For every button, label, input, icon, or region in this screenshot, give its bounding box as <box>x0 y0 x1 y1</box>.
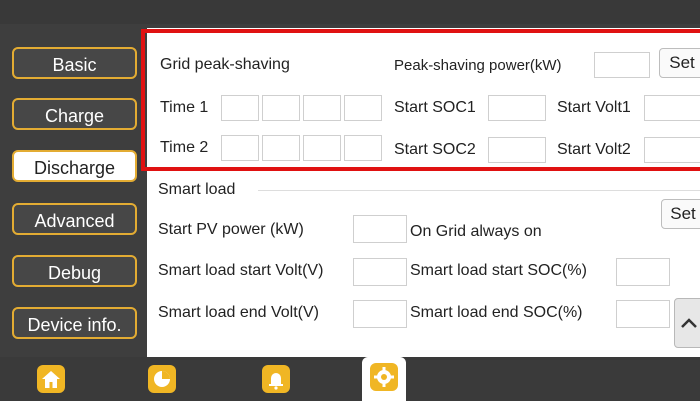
smart-load-end-soc-input[interactable] <box>616 300 670 328</box>
highlight-frame <box>141 29 700 171</box>
gear-icon[interactable] <box>370 363 398 391</box>
sidebar-item-charge[interactable]: Charge <box>12 98 137 130</box>
sidebar-item-device-info[interactable]: Device info. <box>12 307 137 339</box>
start-pv-power-label: Start PV power (kW) <box>158 221 304 238</box>
smart-load-start-volt-input[interactable] <box>353 258 407 286</box>
scroll-up-button[interactable] <box>674 298 700 348</box>
pie-chart-icon[interactable] <box>148 365 176 393</box>
smart-load-end-soc-label: Smart load end SOC(%) <box>410 304 583 321</box>
chevron-up-icon <box>681 318 697 328</box>
smart-load-title: Smart load <box>158 181 236 198</box>
on-grid-always-on-label: On Grid always on <box>410 223 542 240</box>
smart-load-end-volt-label: Smart load end Volt(V) <box>158 304 319 321</box>
bell-icon[interactable] <box>262 365 290 393</box>
sidebar-item-advanced[interactable]: Advanced <box>12 203 137 235</box>
section-divider <box>258 190 700 191</box>
smart-load-start-volt-label: Smart load start Volt(V) <box>158 262 324 279</box>
sidebar-item-basic[interactable]: Basic <box>12 47 137 79</box>
smart-load-start-soc-input[interactable] <box>616 258 670 286</box>
sidebar-item-debug[interactable]: Debug <box>12 255 137 287</box>
sidebar-item-discharge[interactable]: Discharge <box>12 150 137 182</box>
smart-load-end-volt-input[interactable] <box>353 300 407 328</box>
smart-load-start-soc-label: Smart load start SOC(%) <box>410 262 587 279</box>
home-icon[interactable] <box>37 365 65 393</box>
start-pv-power-input[interactable] <box>353 215 407 243</box>
smart-load-set-button[interactable]: Set <box>661 199 700 229</box>
top-bar <box>0 0 700 24</box>
bottom-nav <box>0 357 700 401</box>
